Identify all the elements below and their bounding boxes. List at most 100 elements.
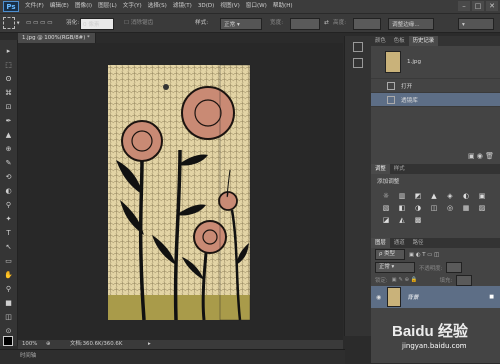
style-select[interactable]: 正常 ▾ bbox=[220, 18, 262, 30]
height-input[interactable] bbox=[353, 18, 381, 30]
watermark-text: Baidu 经验 bbox=[392, 322, 469, 340]
history-tab-2[interactable]: 历史记录 bbox=[408, 36, 439, 46]
menu-item-3[interactable]: 图层(L) bbox=[95, 0, 120, 13]
tool-icon-2[interactable]: ʘ bbox=[3, 74, 14, 85]
tool-icon-8[interactable]: ✎ bbox=[3, 158, 14, 169]
visibility-eye-icon[interactable]: ◉ bbox=[376, 294, 381, 301]
swap-icon[interactable]: ⇄ bbox=[324, 17, 329, 29]
tool-icon-3[interactable]: ⌘ bbox=[3, 88, 14, 99]
adjustment-icon-8[interactable]: ◧ bbox=[397, 204, 407, 212]
tool-icon-18[interactable]: ■ bbox=[3, 298, 14, 309]
antialias-checkbox[interactable]: ☐ 消除锯齿 bbox=[124, 17, 153, 29]
adjustments-title: 添加调整 bbox=[377, 179, 400, 185]
workspace-select[interactable]: ▾ bbox=[458, 18, 494, 30]
menu-item-4[interactable]: 文字(Y) bbox=[120, 0, 145, 13]
canvas-area[interactable] bbox=[18, 43, 343, 340]
history-footer-icons[interactable]: ▣ ◉ 🗑 bbox=[468, 152, 494, 160]
adjustment-icon-15[interactable]: ◭ bbox=[397, 216, 407, 224]
layers-tab-1[interactable]: 通道 bbox=[390, 238, 409, 248]
tool-icon-1[interactable]: ⬚ bbox=[3, 60, 14, 71]
layer-kind-filter[interactable]: ρ 类型 bbox=[375, 249, 405, 260]
adjustment-icon-14[interactable]: ◪ bbox=[381, 216, 391, 224]
tool-icon-14[interactable]: ↖ bbox=[3, 242, 14, 253]
opacity-input[interactable] bbox=[446, 262, 463, 273]
tool-icon-7[interactable]: ⊕ bbox=[3, 144, 14, 155]
photoshop-logo-icon: Ps bbox=[3, 1, 19, 12]
tool-icon-11[interactable]: ⚲ bbox=[3, 200, 14, 211]
menu-item-6[interactable]: 滤镜(T) bbox=[170, 0, 195, 13]
width-input[interactable] bbox=[290, 18, 320, 30]
tool-icon-10[interactable]: ◐ bbox=[3, 186, 14, 197]
artwork-canvas[interactable] bbox=[18, 43, 343, 340]
tool-icon-16[interactable]: ✋ bbox=[3, 270, 14, 281]
adjustment-icon-13[interactable]: ▨ bbox=[477, 204, 487, 212]
adjustment-icon-16[interactable]: ▩ bbox=[413, 216, 423, 224]
minimize-icon[interactable]: – bbox=[458, 1, 470, 11]
history-state-filter-gallery[interactable]: 透镜库 bbox=[371, 93, 500, 107]
tool-icon-17[interactable]: ⚲ bbox=[3, 284, 14, 295]
adjustment-icon-0[interactable]: ☼ bbox=[381, 192, 391, 200]
fill-input[interactable] bbox=[456, 274, 473, 286]
adjustment-icon-6[interactable]: ▣ bbox=[477, 192, 487, 200]
adjustments-tabs: 调整 样式 bbox=[371, 164, 500, 174]
menu-item-0[interactable]: 文件(F) bbox=[22, 0, 47, 13]
history-tab-0[interactable]: 颜色 bbox=[371, 36, 390, 46]
adjustments-tab-1[interactable]: 样式 bbox=[390, 164, 409, 174]
menu-items: 文件(F) 编辑(E) 图像(I) 图层(L) 文字(Y) 选择(S) 滤镜(T) 3D(D)… bbox=[22, 0, 296, 13]
status-bar: 100% ⊕ 文档:360.6K/360.6K ▸ bbox=[18, 340, 343, 349]
adjustment-icon-7[interactable]: ▧ bbox=[381, 204, 391, 212]
adjustment-icon-11[interactable]: ◎ bbox=[445, 204, 455, 212]
menu-item-8[interactable]: 视图(V) bbox=[217, 0, 242, 13]
brush-panel-icon[interactable] bbox=[353, 58, 363, 68]
tool-icon-19[interactable]: ◫ bbox=[3, 312, 14, 323]
timeline-label[interactable]: 时间轴 bbox=[20, 353, 36, 359]
tool-icon-4[interactable]: ⊡ bbox=[3, 102, 14, 113]
adjustment-icon-12[interactable]: ▦ bbox=[461, 204, 471, 212]
menu-item-7[interactable]: 3D(D) bbox=[195, 0, 218, 13]
adjustment-icon-10[interactable]: ◫ bbox=[429, 204, 439, 212]
layers-tab-0[interactable]: 图层 bbox=[371, 238, 390, 248]
foreground-color-swatch[interactable] bbox=[3, 336, 13, 346]
history-tabs: 颜色 色板 历史记录 bbox=[371, 36, 500, 46]
tool-icon-6[interactable]: ▲ bbox=[3, 130, 14, 141]
tool-icon-13[interactable]: T bbox=[3, 228, 14, 239]
document-tab[interactable]: 1.jpg @ 100%(RGB/8#) * bbox=[18, 33, 96, 43]
layer-filter-icons[interactable]: ▣ ◐ T ▭ ◫ bbox=[409, 252, 439, 258]
adjustment-icon-5[interactable]: ◐ bbox=[461, 192, 471, 200]
history-state-open[interactable]: 打开 bbox=[371, 79, 500, 93]
status-menu-arrow-icon[interactable]: ▸ bbox=[148, 340, 151, 349]
tool-icon-12[interactable]: ✦ bbox=[3, 214, 14, 225]
adjustment-icon-9[interactable]: ◑ bbox=[413, 204, 423, 212]
width-label: 宽度: bbox=[270, 20, 284, 26]
feather-input[interactable]: 0 像素 bbox=[80, 18, 114, 30]
opacity-label: 不透明度: bbox=[419, 265, 443, 272]
tool-icon-15[interactable]: ▭ bbox=[3, 256, 14, 267]
menu-item-1[interactable]: 编辑(E) bbox=[47, 0, 72, 13]
tool-icon-0[interactable]: ▸ bbox=[3, 46, 14, 57]
tool-icon-5[interactable]: ✒ bbox=[3, 116, 14, 127]
history-tab-1[interactable]: 色板 bbox=[390, 36, 409, 46]
tool-preset-picker[interactable]: ▾ bbox=[3, 17, 20, 29]
history-snapshot[interactable]: 1.jpg bbox=[371, 46, 500, 79]
adjustments-tab-0[interactable]: 调整 bbox=[371, 164, 390, 174]
blend-mode-select[interactable]: 正常 ▾ bbox=[375, 262, 415, 273]
layers-tab-2[interactable]: 路径 bbox=[409, 238, 428, 248]
zoom-level[interactable]: 100% bbox=[22, 340, 37, 349]
layer-background[interactable]: ◉ 背景 ■ bbox=[371, 286, 500, 308]
maximize-icon[interactable]: □ bbox=[472, 1, 484, 11]
selection-mode-buttons[interactable]: ▭ ▭ ▭ ▭ bbox=[26, 17, 52, 29]
color-panel-icon[interactable] bbox=[353, 42, 363, 52]
adjustment-icon-2[interactable]: ◩ bbox=[413, 192, 423, 200]
menu-item-5[interactable]: 选择(S) bbox=[145, 0, 170, 13]
refine-edge-button[interactable]: 调整边缘... bbox=[388, 18, 434, 30]
menu-item-10[interactable]: 帮助(H) bbox=[270, 0, 296, 13]
close-icon[interactable]: ✕ bbox=[486, 1, 498, 11]
menu-item-2[interactable]: 图像(I) bbox=[72, 0, 95, 13]
menu-item-9[interactable]: 窗口(W) bbox=[243, 0, 270, 13]
adjustment-icon-1[interactable]: ▥ bbox=[397, 192, 407, 200]
adjustment-icon-4[interactable]: ◈ bbox=[445, 192, 455, 200]
adjustment-icon-3[interactable]: ▲ bbox=[429, 192, 439, 200]
tool-icon-9[interactable]: ⟲ bbox=[3, 172, 14, 183]
history-state-icon bbox=[387, 95, 395, 104]
lock-icons[interactable]: ▣ ✎ ⊕ 🔒 bbox=[392, 277, 418, 283]
